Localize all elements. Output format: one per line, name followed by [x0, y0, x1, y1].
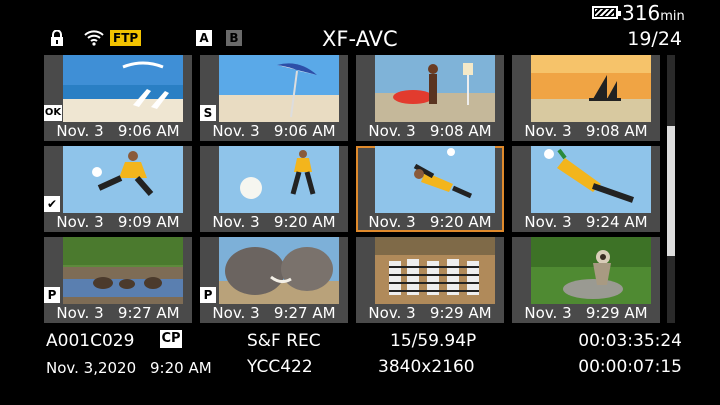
clip-thumbnail[interactable]: P Nov. 3 9:27 AM	[200, 237, 348, 323]
check-mark-icon: ✔	[44, 196, 60, 212]
clip-thumbnail-image	[63, 55, 183, 122]
cp-badge: CP	[160, 330, 182, 348]
clip-caption: Nov. 3 9:24 AM	[524, 213, 648, 231]
clip-thumbnail[interactable]: S Nov. 3 9:06 AM	[200, 55, 348, 141]
clip-caption: Nov. 3 9:29 AM	[368, 304, 492, 322]
clip-caption: Nov. 3 9:06 AM	[212, 122, 336, 140]
timecode: 00:03:35:24	[578, 331, 682, 351]
clip-thumbnail[interactable]: Nov. 3 9:20 AM	[356, 146, 504, 232]
clip-thumbnail-image	[375, 237, 495, 304]
clip-thumbnail[interactable]: ✔ Nov. 3 9:09 AM	[44, 146, 192, 232]
clip-thumbnail[interactable]: P Nov. 3 9:27 AM	[44, 237, 192, 323]
remaining-time: 316min	[622, 2, 685, 28]
clip-caption: Nov. 3 9:08 AM	[524, 122, 648, 140]
clip-thumbnail-image	[219, 237, 339, 304]
clip-caption: Nov. 3 9:29 AM	[524, 304, 648, 322]
clip-thumbnail[interactable]: Nov. 3 9:20 AM	[200, 146, 348, 232]
clip-thumbnail-image	[375, 146, 495, 213]
protect-mark-icon: P	[200, 287, 216, 303]
scrollbar-thumb[interactable]	[667, 126, 675, 256]
resolution: 3840x2160	[378, 357, 475, 377]
clip-thumbnail[interactable]: Nov. 3 9:29 AM	[356, 237, 504, 323]
clip-name: A001C029	[46, 331, 135, 351]
lock-icon	[51, 30, 63, 46]
ok-mark-icon: OK	[44, 105, 62, 121]
clip-counter: 19/24	[627, 28, 682, 50]
clip-thumbnail-image	[63, 237, 183, 304]
scrollbar[interactable]	[667, 55, 675, 323]
wifi-icon	[84, 30, 104, 46]
clip-thumbnail[interactable]: Nov. 3 9:08 AM	[356, 55, 504, 141]
clip-caption: Nov. 3 9:06 AM	[56, 122, 180, 140]
clip-thumbnail[interactable]: Nov. 3 9:08 AM	[512, 55, 660, 141]
clip-thumbnail-image	[531, 55, 651, 122]
remaining-time-value: 316	[622, 1, 661, 25]
clip-duration: 00:00:07:15	[578, 357, 682, 377]
clip-index-grid: OK Nov. 3 9:06 AM S Nov. 3 9:06 AM Nov. 3 9:…	[44, 55, 660, 323]
clip-thumbnail[interactable]: Nov. 3 9:29 AM	[512, 237, 660, 323]
format-title: XF-AVC	[322, 27, 398, 51]
color-format: YCC422	[247, 357, 313, 377]
clip-thumbnail-image	[219, 146, 339, 213]
clip-caption: Nov. 3 9:20 AM	[368, 213, 492, 231]
recording-mode: S&F REC	[247, 331, 321, 351]
shot-mark-icon: S	[200, 105, 216, 121]
clip-thumbnail-image	[219, 55, 339, 122]
slot-b-icon: B	[226, 30, 242, 46]
clip-caption: Nov. 3 9:08 AM	[368, 122, 492, 140]
recording-date: Nov. 3,2020	[46, 359, 137, 377]
protect-mark-icon: P	[44, 287, 60, 303]
clip-thumbnail-image	[63, 146, 183, 213]
clip-caption: Nov. 3 9:20 AM	[212, 213, 336, 231]
ftp-badge: FTP	[110, 30, 142, 46]
clip-thumbnail[interactable]: OK Nov. 3 9:06 AM	[44, 55, 192, 141]
clip-caption: Nov. 3 9:09 AM	[56, 213, 180, 231]
clip-caption: Nov. 3 9:27 AM	[212, 304, 336, 322]
clip-thumbnail-image	[375, 55, 495, 122]
frame-rate: 15/59.94P	[390, 331, 477, 351]
clip-thumbnail-image	[531, 146, 651, 213]
battery-icon	[592, 6, 621, 19]
slot-a-icon: A	[196, 30, 212, 46]
recording-time: 9:20 AM	[150, 359, 212, 377]
clip-thumbnail-image	[531, 237, 651, 304]
clip-thumbnail[interactable]: Nov. 3 9:24 AM	[512, 146, 660, 232]
remaining-time-unit: min	[660, 9, 685, 24]
clip-caption: Nov. 3 9:27 AM	[56, 304, 180, 322]
